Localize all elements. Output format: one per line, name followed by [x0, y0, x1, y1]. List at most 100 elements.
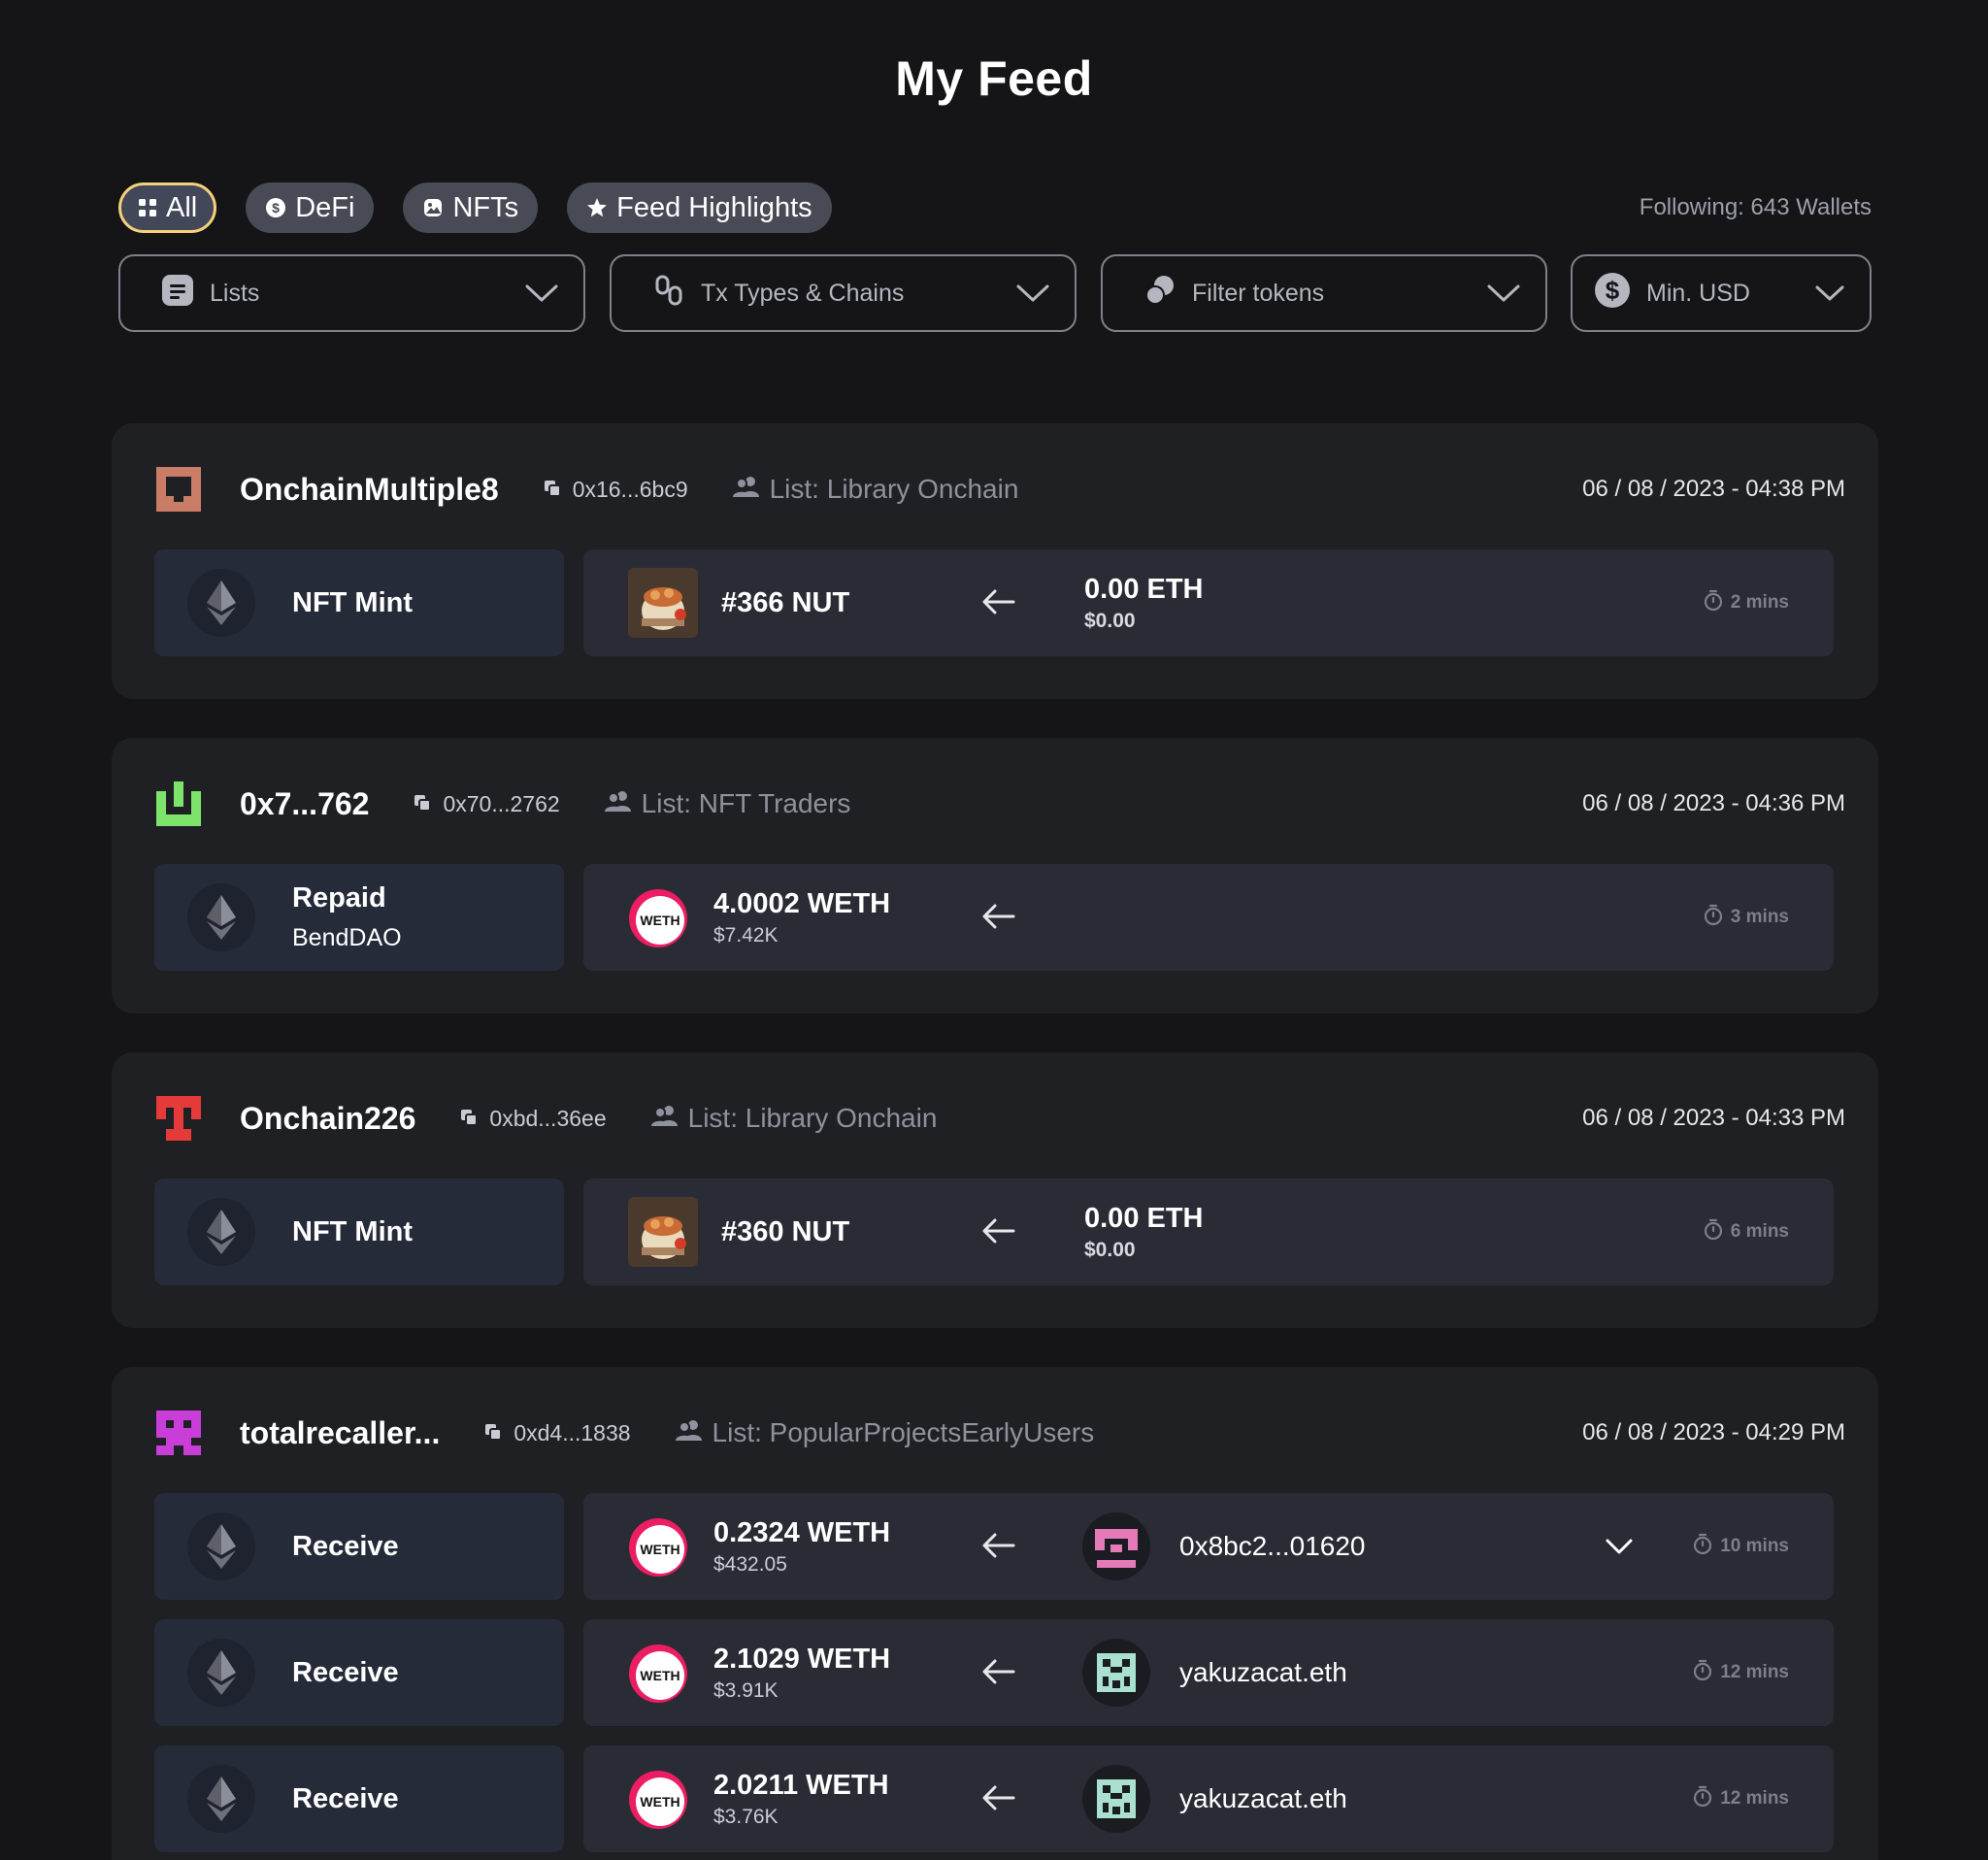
wallet-address[interactable]: 0x70...2762 — [414, 791, 560, 817]
ethereum-icon — [187, 1198, 255, 1266]
wallet-name[interactable]: totalrecaller... — [240, 1415, 440, 1451]
time-ago: 6 mins — [1704, 1179, 1789, 1285]
tx-type[interactable]: Receive — [154, 1493, 564, 1600]
ethereum-icon — [187, 1765, 255, 1833]
asset-usd: $7.42K — [713, 923, 779, 947]
tx-type[interactable]: NFT Mint — [154, 1179, 564, 1285]
timestamp: 06 / 08 / 2023 - 04:36 PM — [1582, 790, 1845, 816]
tx-type-label: Receive — [292, 1656, 399, 1688]
feed-page: My Feed All $ DeFi NFTs Feed Highlights — [0, 0, 1988, 1860]
feed-card: OnchainMultiple8 0x16...6bc9 List: Libra… — [112, 423, 1878, 699]
copy-icon[interactable] — [460, 1106, 479, 1132]
address-text: 0x16...6bc9 — [572, 476, 688, 502]
counter-amount: 0.00 ETH — [1084, 1202, 1204, 1234]
tx-types-dropdown[interactable]: Tx Types & Chains — [610, 254, 1077, 332]
timer-icon — [1693, 1659, 1712, 1686]
lists-label: Lists — [210, 279, 260, 307]
tab-defi[interactable]: $ DeFi — [246, 183, 375, 233]
page-title: My Feed — [895, 51, 1093, 106]
timer-icon — [1693, 1785, 1712, 1812]
wallet-avatar[interactable] — [156, 781, 201, 826]
list-label: List: PopularProjectsEarlyUsers — [712, 1417, 1095, 1447]
copy-icon[interactable] — [414, 791, 432, 817]
arrow-left-icon — [981, 1780, 1016, 1820]
tx-types-label: Tx Types & Chains — [701, 279, 905, 307]
following-text: Following: 643 Wallets — [1639, 194, 1872, 220]
wallet-avatar[interactable] — [156, 1411, 201, 1455]
card-header: OnchainMultiple8 0x16...6bc9 List: Libra… — [156, 462, 1845, 516]
min-usd-label: Min. USD — [1646, 279, 1750, 307]
chevron-down-icon — [1487, 283, 1520, 303]
tab-all[interactable]: All — [118, 183, 217, 233]
address-text: 0xd4...1838 — [514, 1419, 631, 1445]
image-icon — [422, 197, 444, 218]
weth-token-icon[interactable]: WETH — [628, 888, 688, 948]
tx-detail: #360 NUT 0.00 ETH $0.00 6 mins — [583, 1179, 1834, 1285]
time-label: 6 mins — [1730, 1221, 1789, 1242]
wallet-avatar[interactable] — [156, 467, 201, 512]
wallet-address[interactable]: 0xbd...36ee — [460, 1106, 607, 1132]
tab-nfts[interactable]: NFTs — [403, 183, 539, 233]
asset-amount: #360 NUT — [721, 1215, 850, 1247]
counter-usd: $0.00 — [1084, 1238, 1136, 1261]
time-ago: 12 mins — [1693, 1745, 1789, 1852]
users-icon — [732, 474, 760, 505]
lists-dropdown[interactable]: Lists — [118, 254, 585, 332]
filter-tokens-dropdown[interactable]: Filter tokens — [1101, 254, 1547, 332]
timer-icon — [1704, 904, 1723, 931]
tx-type-label: Receive — [292, 1782, 399, 1814]
nft-image[interactable] — [628, 568, 698, 638]
tab-label: DeFi — [295, 191, 355, 223]
wallet-name[interactable]: 0x7...762 — [240, 786, 369, 822]
asset-amount: 0.2324 WETH — [713, 1516, 891, 1548]
counterparty-avatar[interactable] — [1082, 1639, 1150, 1707]
time-label: 12 mins — [1720, 1788, 1789, 1809]
weth-token-icon[interactable]: WETH — [628, 1517, 688, 1578]
tab-label: Feed Highlights — [616, 191, 812, 223]
list-label: List: Library Onchain — [769, 474, 1019, 504]
counterparty-name[interactable]: yakuzacat.eth — [1179, 1745, 1347, 1852]
time-label: 10 mins — [1720, 1536, 1789, 1556]
nft-image[interactable] — [628, 1197, 698, 1267]
counter-value: 0.00 ETH $0.00 — [1084, 1179, 1204, 1285]
tx-type-label: NFT Mint — [292, 1215, 414, 1247]
tx-detail: WETH 2.1029 WETH $3.91K yakuzacat.eth 12… — [583, 1619, 1834, 1726]
counterparty-name[interactable]: yakuzacat.eth — [1179, 1619, 1347, 1726]
counter-value: 0.00 ETH $0.00 — [1084, 549, 1204, 656]
tab-feed-highlights[interactable]: Feed Highlights — [567, 183, 832, 233]
tx-detail: WETH 2.0211 WETH $3.76K yakuzacat.eth 12… — [583, 1745, 1834, 1852]
weth-token-icon[interactable]: WETH — [628, 1644, 688, 1704]
coins-icon — [1143, 274, 1176, 314]
weth-token-icon[interactable]: WETH — [628, 1770, 688, 1830]
tx-type[interactable]: Repaid BendDAO — [154, 864, 564, 971]
tx-detail: #366 NUT 0.00 ETH $0.00 2 mins — [583, 549, 1834, 656]
asset-amount: 2.0211 WETH — [713, 1769, 889, 1801]
timer-icon — [1693, 1533, 1712, 1560]
star-icon — [586, 197, 608, 218]
wallet-name[interactable]: Onchain226 — [240, 1101, 415, 1137]
counterparty-name[interactable]: 0x8bc2...01620 — [1179, 1493, 1366, 1600]
ethereum-icon — [187, 883, 255, 951]
counter-amount: 0.00 ETH — [1084, 573, 1204, 605]
min-usd-dropdown[interactable]: $ Min. USD — [1571, 254, 1872, 332]
asset-amount: #366 NUT — [721, 586, 850, 618]
arrow-left-icon — [981, 899, 1016, 939]
wallet-avatar[interactable] — [156, 1096, 201, 1141]
asset-amount: 4.0002 WETH — [713, 887, 891, 919]
svg-text:WETH: WETH — [640, 1668, 679, 1683]
counterparty-avatar[interactable] — [1082, 1512, 1150, 1580]
tx-type[interactable]: NFT Mint — [154, 549, 564, 656]
copy-icon[interactable] — [544, 477, 561, 503]
tx-type[interactable]: Receive — [154, 1745, 564, 1852]
timestamp: 06 / 08 / 2023 - 04:38 PM — [1582, 476, 1845, 502]
tx-type[interactable]: Receive — [154, 1619, 564, 1726]
copy-icon[interactable] — [484, 1420, 503, 1446]
wallet-address[interactable]: 0x16...6bc9 — [544, 477, 688, 503]
wallet-address[interactable]: 0xd4...1838 — [484, 1419, 631, 1446]
time-label: 12 mins — [1720, 1662, 1789, 1682]
counterparty-avatar[interactable] — [1082, 1765, 1150, 1833]
grid-icon — [138, 198, 157, 217]
chevron-down-icon[interactable] — [1603, 1530, 1636, 1568]
chevron-down-icon — [1016, 283, 1049, 303]
wallet-name[interactable]: OnchainMultiple8 — [240, 472, 499, 508]
